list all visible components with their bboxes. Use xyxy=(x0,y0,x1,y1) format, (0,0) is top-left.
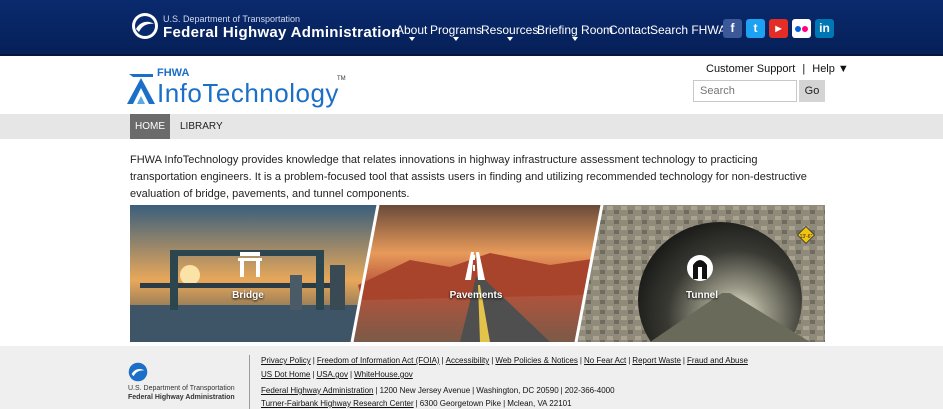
chevron-down-icon xyxy=(408,37,415,41)
whitehouse-link[interactable]: WhiteHouse.gov xyxy=(354,370,413,379)
no-fear-act-link[interactable]: No Fear Act xyxy=(584,356,626,365)
hero-banner: 13'-6" Bridge Pavements Tunnel xyxy=(130,205,825,342)
chevron-down-icon xyxy=(572,37,579,41)
tab-library[interactable]: LIBRARY xyxy=(180,114,223,139)
go-button[interactable]: Go xyxy=(799,80,825,102)
footer-divider xyxy=(249,355,250,409)
nav-briefing-room[interactable]: Briefing Room xyxy=(537,23,613,41)
logo-main-text: InfoTechnology xyxy=(157,78,339,108)
dot-logo-icon[interactable] xyxy=(131,12,159,40)
search-input[interactable] xyxy=(693,80,797,102)
help-links: Customer Support | Help ▼ xyxy=(706,63,849,75)
tfhrc-street: 6300 Georgetown Pike xyxy=(419,399,502,408)
nav-resources[interactable]: Resources xyxy=(481,23,538,41)
tfhrc-footer-link[interactable]: Turner-Fairbank Highway Research Center xyxy=(261,399,414,408)
tab-home[interactable]: HOME xyxy=(130,114,170,139)
fhwa-city: Washington, DC 20590 xyxy=(476,386,559,395)
linkedin-icon[interactable]: in xyxy=(815,19,834,38)
dot-footer-logo-icon xyxy=(128,362,148,382)
footer-fhwa-address: Federal Highway Administration | 1200 New … xyxy=(261,386,615,395)
customer-support-link[interactable]: Customer Support xyxy=(706,63,795,75)
twitter-icon[interactable]: t xyxy=(746,19,765,38)
footer-tfhrc-address: Turner-Fairbank Highway Research Center |… xyxy=(261,399,572,408)
nav-contact[interactable]: Contact xyxy=(609,23,650,37)
report-waste-link[interactable]: Report Waste xyxy=(632,356,681,365)
tfhrc-city: Mclean, VA 22101 xyxy=(507,399,572,408)
chevron-down-icon xyxy=(506,37,513,41)
flickr-icon[interactable] xyxy=(792,19,811,38)
fhwa-footer-link[interactable]: Federal Highway Administration xyxy=(261,386,374,395)
nav-search-fhwa[interactable]: Search FHWA xyxy=(650,23,726,37)
us-dot-home-link[interactable]: US Dot Home xyxy=(261,370,310,379)
tunnel-label[interactable]: Tunnel xyxy=(686,290,718,301)
help-separator: | xyxy=(802,63,806,75)
clearance-sign-text: 13'-6" xyxy=(800,234,813,240)
trademark-mark: TM xyxy=(337,76,346,82)
tunnel-icon xyxy=(687,255,713,281)
footer-policy-links: Privacy Policy | Freedom of Information Ac… xyxy=(261,356,748,365)
privacy-policy-link[interactable]: Privacy Policy xyxy=(261,356,311,365)
web-policies-link[interactable]: Web Policies & Notices xyxy=(495,356,578,365)
fhwa-infotechnology-logo[interactable]: FHWA InfoTechnology TM xyxy=(127,64,359,108)
dot-department-label[interactable]: U.S. Department of Transportation xyxy=(163,14,300,24)
fhwa-phone: 202-366-4000 xyxy=(564,386,615,395)
fhwa-title[interactable]: Federal Highway Administration xyxy=(163,24,401,41)
intro-text: FHWA InfoTechnology provides knowledge t… xyxy=(130,154,807,200)
youtube-icon[interactable]: ▶ xyxy=(769,19,788,38)
bridge-label[interactable]: Bridge xyxy=(232,290,264,301)
help-dropdown[interactable]: Help ▼ xyxy=(812,63,849,75)
pavements-label[interactable]: Pavements xyxy=(450,290,503,301)
foia-link[interactable]: Freedom of Information Act (FOIA) xyxy=(317,356,440,365)
pavements-panel[interactable] xyxy=(352,205,602,342)
chevron-down-icon xyxy=(453,37,459,41)
facebook-icon[interactable]: f xyxy=(723,19,742,38)
accessibility-link[interactable]: Accessibility xyxy=(446,356,490,365)
nav-about[interactable]: About xyxy=(396,23,427,41)
footer-fhwa-label: Federal Highway Administration xyxy=(128,394,235,401)
fhwa-street: 1200 New Jersey Avenue xyxy=(379,386,471,395)
footer-dot-label: U.S. Department of Transportation xyxy=(128,385,235,392)
footer-gov-links: US Dot Home | USA.gov | WhiteHouse.gov xyxy=(261,370,413,379)
usa-gov-link[interactable]: USA.gov xyxy=(316,370,348,379)
fraud-abuse-link[interactable]: Fraud and Abuse xyxy=(687,356,748,365)
bridge-panel[interactable] xyxy=(130,205,378,342)
nav-programs[interactable]: Programs xyxy=(430,23,482,41)
